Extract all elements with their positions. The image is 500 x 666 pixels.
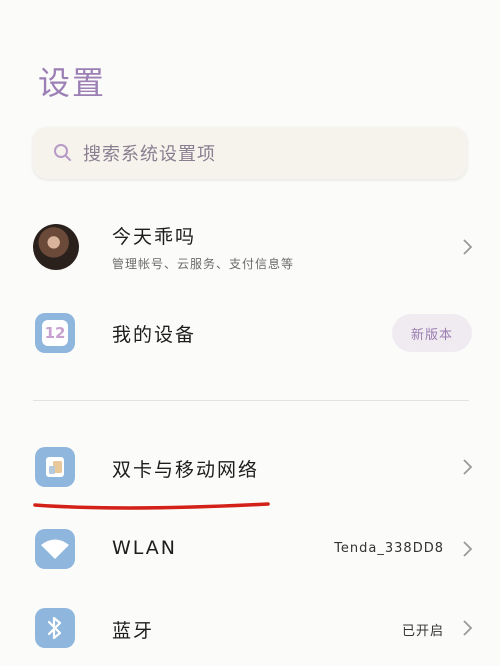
wifi-icon: [35, 529, 75, 569]
chevron-right-icon: [463, 541, 473, 557]
wlan-label: WLAN: [112, 537, 178, 559]
chevron-right-icon: [463, 620, 473, 636]
chevron-right-icon: [463, 459, 473, 475]
account-row[interactable]: 今天乖吗 管理帐号、云服务、支付信息等: [0, 222, 500, 272]
new-version-badge[interactable]: 新版本: [392, 314, 472, 352]
search-placeholder: 搜索系统设置项: [83, 144, 216, 165]
page-title: 设置: [38, 64, 107, 102]
bluetooth-icon: [35, 608, 75, 648]
avatar: [33, 224, 79, 270]
account-subtitle: 管理帐号、云服务、支付信息等: [112, 257, 295, 271]
section-divider: [33, 400, 469, 401]
wlan-row[interactable]: WLAN Tenda_338DD8: [0, 528, 500, 570]
device-icon: 12: [35, 313, 75, 353]
bluetooth-row[interactable]: 蓝牙 已开启: [0, 607, 500, 649]
my-device-row[interactable]: 12 我的设备 新版本: [0, 312, 500, 354]
account-name: 今天乖吗: [112, 226, 197, 248]
search-icon: [54, 144, 71, 161]
sim-network-row[interactable]: 双卡与移动网络: [0, 446, 500, 488]
device-version-glyph: 12: [42, 320, 68, 346]
bluetooth-status: 已开启: [401, 624, 444, 639]
bluetooth-label: 蓝牙: [112, 620, 155, 642]
sim-network-label: 双卡与移动网络: [112, 459, 260, 481]
sim-card-icon: [35, 447, 75, 487]
wlan-network-name: Tenda_338DD8: [334, 541, 444, 556]
chevron-right-icon: [463, 239, 473, 255]
red-underline-annotation: [33, 502, 270, 510]
search-bar[interactable]: 搜索系统设置项: [33, 127, 467, 179]
my-device-label: 我的设备: [112, 324, 197, 346]
